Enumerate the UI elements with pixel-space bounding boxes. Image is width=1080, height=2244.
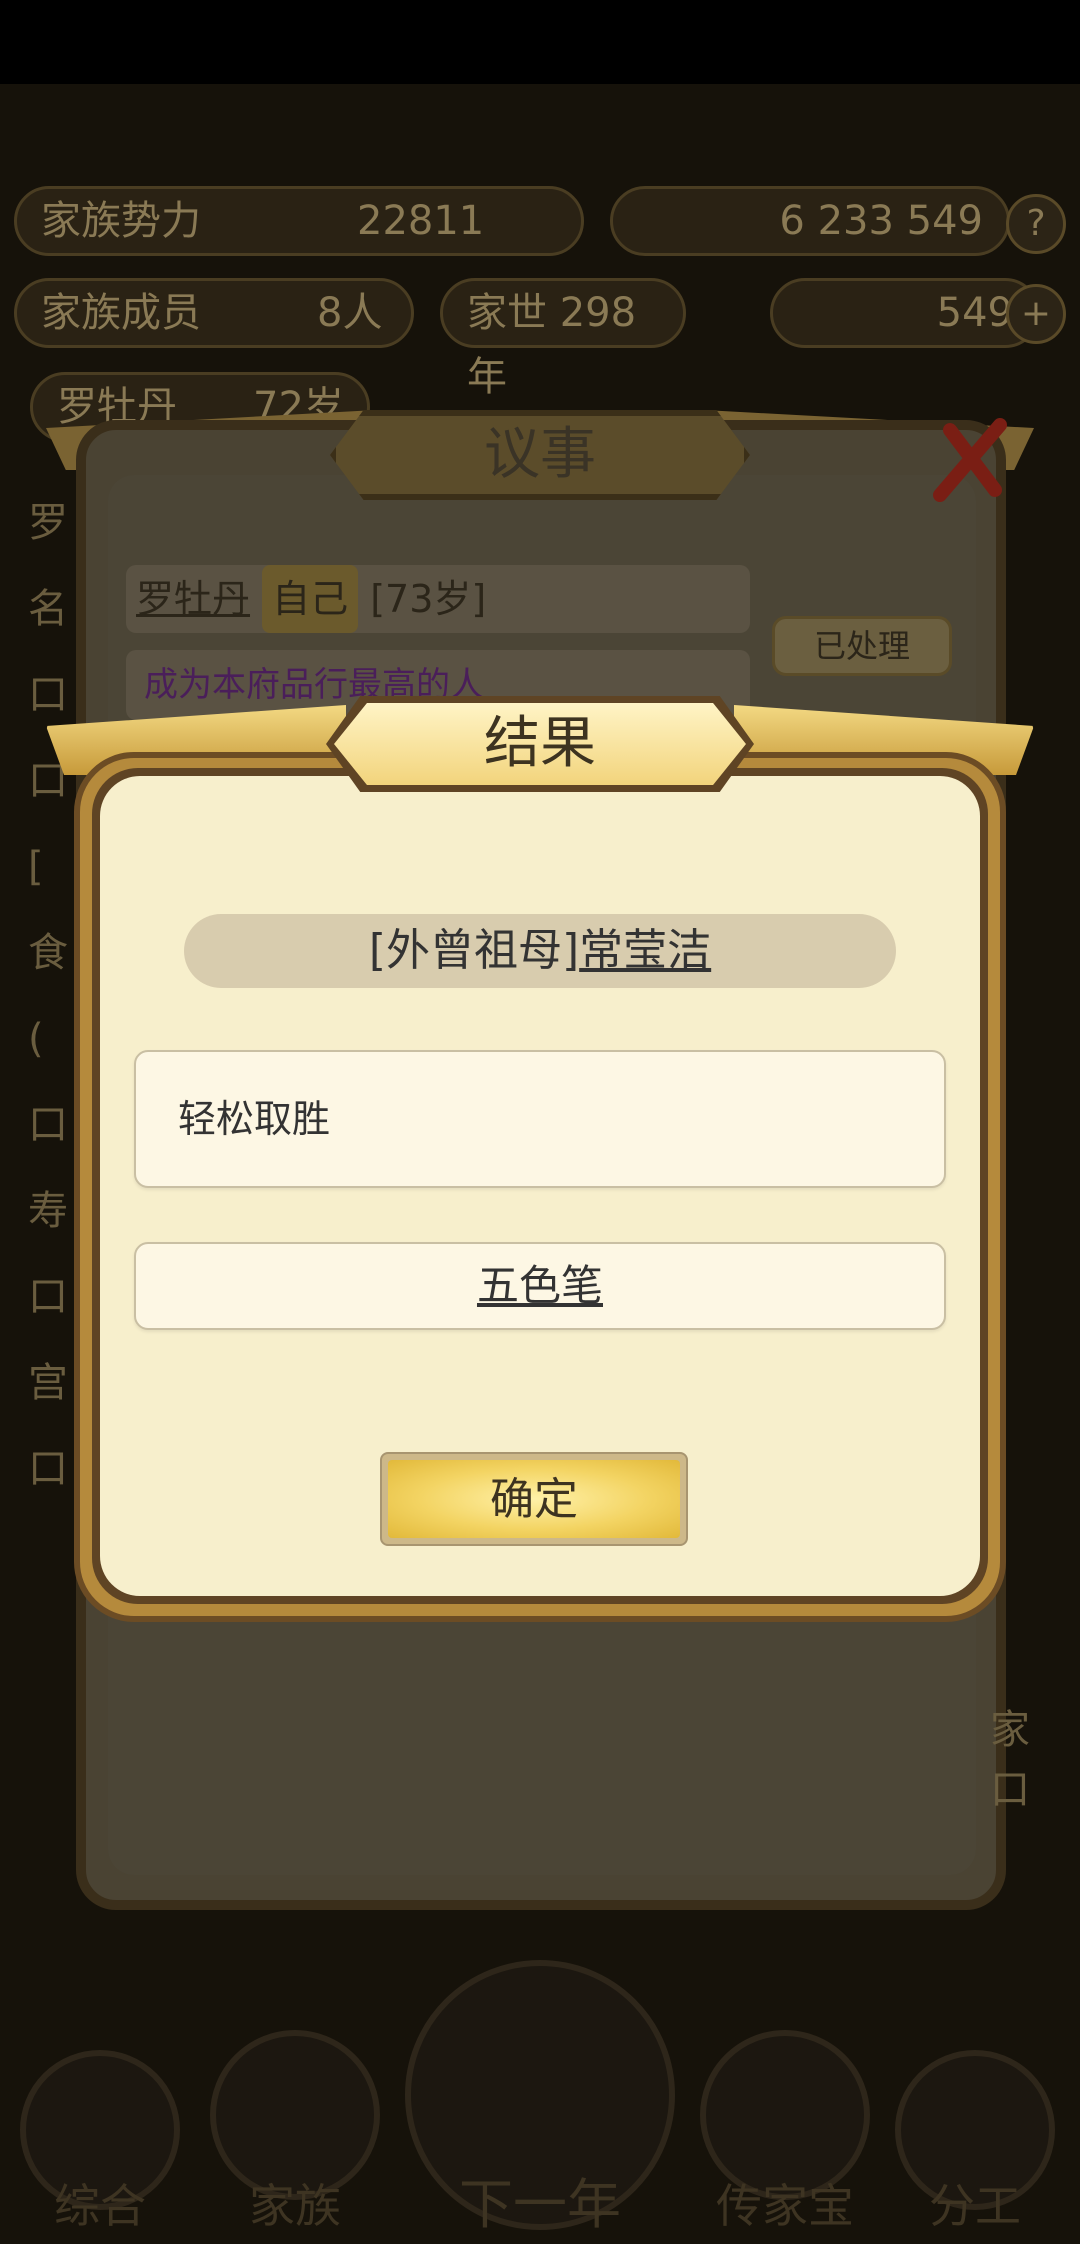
processed-button[interactable]: 已处理 xyxy=(772,616,952,676)
generation-bar: 家世 298年 xyxy=(440,278,686,400)
coins-bar: 549 xyxy=(770,278,1040,348)
status-bar xyxy=(0,0,1080,84)
close-icon[interactable] xyxy=(920,410,1020,510)
coins-value: 549 xyxy=(936,290,1013,336)
self-badge: 自己 xyxy=(262,565,359,633)
side-letter: 罗 xyxy=(28,500,68,546)
members-bar: 家族成员 8人 xyxy=(14,278,414,348)
side-letter: [ xyxy=(28,844,44,890)
members-value: 8人 xyxy=(317,290,383,336)
relation-prefix: [外曾祖母] xyxy=(368,925,580,976)
person-age: [73岁] xyxy=(370,577,487,621)
background-right-text: 家 口 xyxy=(990,1707,1030,1813)
side-letter: 口 xyxy=(28,1274,68,1320)
nav-item-general[interactable]: 综合 xyxy=(20,2170,180,2236)
person-name-link[interactable]: 罗牡丹 xyxy=(136,577,250,621)
nav-item-family[interactable]: 家族 xyxy=(210,2170,380,2236)
reward-box: 五色笔 xyxy=(134,1242,946,1330)
nav-item-next-year[interactable]: 下一年 xyxy=(405,2160,675,2239)
reward-item-link[interactable]: 五色笔 xyxy=(477,1261,603,1310)
family-power-label: 家族势力 xyxy=(41,198,201,244)
bottom-nav: 综合 家族 下一年 传家宝 分工 xyxy=(0,1960,1080,2244)
resources-bar: 6 233 549 xyxy=(610,186,1010,256)
background-side-column: 罗 名 口 口 [ 食 ( 口 寿 口 宫 口 xyxy=(28,480,78,1512)
side-letter: 名 xyxy=(28,586,68,632)
nav-item-heirloom[interactable]: 传家宝 xyxy=(700,2170,870,2236)
council-person-row: 罗牡丹 自己 [73岁] xyxy=(126,565,750,633)
result-text-box: 轻松取胜 xyxy=(134,1050,946,1188)
council-title: 议事 xyxy=(484,422,596,487)
nav-item-division[interactable]: 分工 xyxy=(895,2170,1055,2236)
generation-text: 家世 298年 xyxy=(467,290,637,400)
family-power-value: 22811 xyxy=(357,198,485,244)
relation-name-link[interactable]: 常莹洁 xyxy=(579,925,711,976)
side-letter: 宫 xyxy=(28,1360,68,1406)
family-power-bar: 家族势力 22811 xyxy=(14,186,584,256)
add-coins-icon[interactable]: + xyxy=(1006,284,1066,344)
side-letter: 口 xyxy=(28,1446,68,1492)
members-label: 家族成员 xyxy=(41,290,201,336)
confirm-button-label: 确定 xyxy=(388,1460,680,1538)
confirm-button[interactable]: 确定 xyxy=(380,1452,688,1546)
help-icon[interactable]: ? xyxy=(1006,194,1066,254)
side-letter: 寿 xyxy=(28,1188,68,1234)
resources-text: 6 233 549 xyxy=(779,198,983,244)
side-letter: 口 xyxy=(28,1102,68,1148)
side-letter: ( xyxy=(28,1016,44,1062)
side-letter: 食 xyxy=(28,930,68,976)
relation-pill: [外曾祖母]常莹洁 xyxy=(184,914,896,988)
modal-title: 结果 xyxy=(484,711,596,776)
